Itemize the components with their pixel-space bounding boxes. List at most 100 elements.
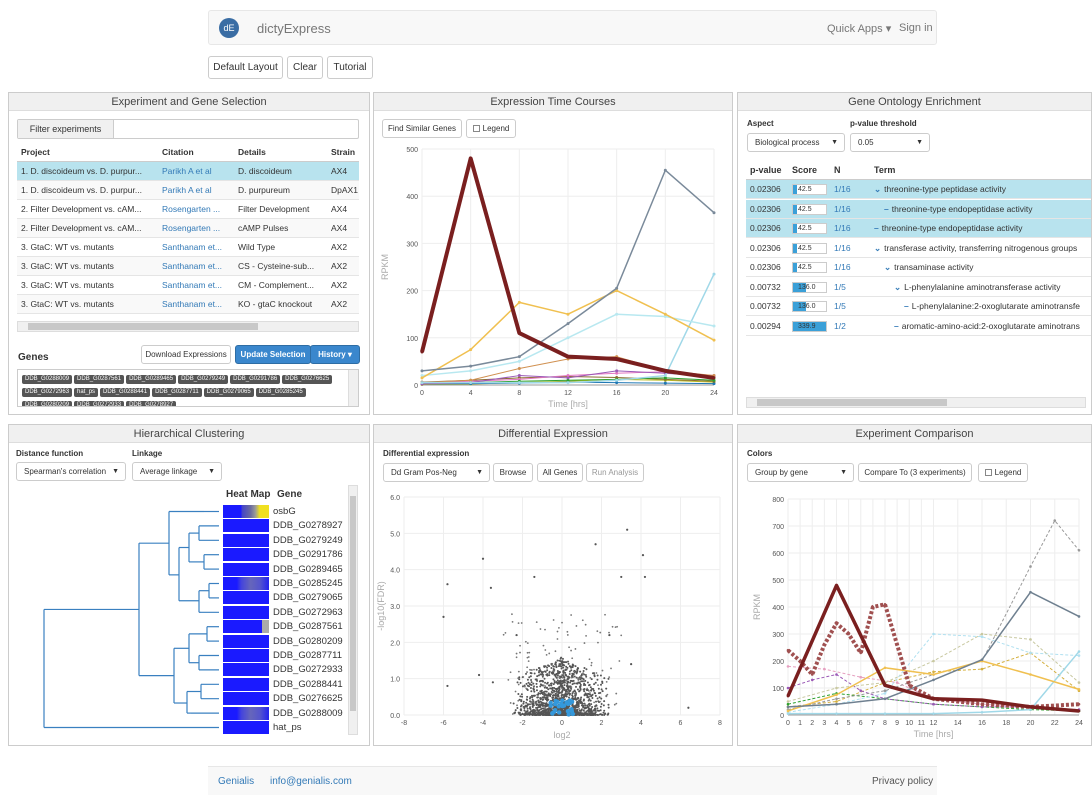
- genialis-link[interactable]: Genialis: [218, 776, 254, 787]
- dash-icon[interactable]: –: [874, 223, 879, 233]
- heatmap-row[interactable]: DDB_G0279249: [223, 533, 348, 547]
- gene-tag[interactable]: DDB_G0276625: [282, 375, 333, 384]
- chevron-down-icon[interactable]: ⌄: [894, 282, 901, 292]
- table-row[interactable]: 3. GtaC: WT vs. mutants Santhanam et... Wi…: [17, 238, 359, 257]
- gene-tag[interactable]: DDB_G0288009: [22, 375, 73, 384]
- heatmap-row[interactable]: DDB_G0287711: [223, 649, 348, 662]
- quick-apps-menu[interactable]: Quick Apps ▾: [827, 22, 891, 35]
- heatmap-row[interactable]: DDB_G0287561: [223, 620, 348, 634]
- go-row[interactable]: 0.00732 136.0 1/5 ⌄ L-phenylalanine aminotra…: [746, 278, 1091, 297]
- legend-toggle[interactable]: Legend: [978, 463, 1028, 482]
- chevron-down-icon[interactable]: ⌄: [884, 262, 891, 272]
- go-row[interactable]: 0.02306 42.5 1/16 ⌄ transaminase activity: [746, 258, 1091, 277]
- gene-tag[interactable]: DDB_G0285245: [255, 388, 306, 397]
- table-row[interactable]: 2. Filter Development vs. cAM... Rosengar…: [17, 219, 359, 238]
- heatmap-row[interactable]: DDB_G0288441: [223, 677, 348, 691]
- column-details[interactable]: Details: [238, 143, 326, 162]
- gene-tag[interactable]: DDB_G0272933: [74, 401, 125, 406]
- linkage-select[interactable]: Average linkage ▼: [132, 462, 222, 481]
- dendrogram[interactable]: [29, 505, 224, 737]
- filter-experiments-input[interactable]: [115, 120, 359, 138]
- heatmap-row[interactable]: DDB_G0289465: [223, 562, 348, 576]
- all-genes-button[interactable]: All Genes: [537, 463, 583, 482]
- go-row[interactable]: 0.00732 136.0 1/5 – L-phenylalanine:2-oxoglu…: [746, 297, 1091, 316]
- privacy-policy-link[interactable]: Privacy policy: [872, 776, 933, 787]
- cell-citation[interactable]: Santhanam et...: [162, 295, 234, 314]
- pvalue-select[interactable]: 0.05 ▼: [850, 133, 930, 152]
- heatmap-row[interactable]: DDB_G0279065: [223, 591, 348, 605]
- update-selection-button[interactable]: Update Selection: [235, 345, 311, 364]
- cell-n[interactable]: 1/16: [834, 219, 860, 238]
- heatmap-row[interactable]: DDB_G0272963: [223, 605, 348, 619]
- sign-in-link[interactable]: Sign in: [899, 22, 933, 34]
- gene-tag[interactable]: hat_ps: [74, 388, 99, 397]
- cell-n[interactable]: 1/2: [834, 317, 860, 336]
- heatmap-row[interactable]: DDB_G0280209: [223, 634, 348, 648]
- chevron-down-icon[interactable]: ⌄: [874, 184, 881, 194]
- aspect-select[interactable]: Biological process ▼: [747, 133, 845, 152]
- go-row[interactable]: 0.00294 339.9 1/2 – aromatic-amino-acid:2-ox…: [746, 317, 1091, 336]
- history-dropdown[interactable]: History ▾: [310, 345, 360, 364]
- heatmap-row[interactable]: DDB_G0272933: [223, 663, 348, 677]
- cell-n[interactable]: 1/5: [834, 278, 860, 297]
- table-row[interactable]: 1. D. discoideum vs. D. purpur... Parikh …: [17, 181, 359, 200]
- comparison-chart[interactable]: 01002003004005006007008000 1 2 3 4 5 6 7 8 9 10 11 1…: [738, 487, 1092, 745]
- go-row[interactable]: 0.02306 42.5 1/16 ⌄ transferase activity, tr…: [746, 239, 1091, 258]
- find-similar-genes-button[interactable]: Find Similar Genes: [382, 119, 462, 138]
- default-layout-button[interactable]: Default Layout: [208, 56, 283, 79]
- cell-n[interactable]: 1/16: [834, 258, 860, 277]
- chevron-down-icon[interactable]: ⌄: [874, 243, 881, 253]
- column-score[interactable]: Score: [792, 161, 830, 180]
- browse-button[interactable]: Browse: [493, 463, 533, 482]
- table-row[interactable]: 3. GtaC: WT vs. mutants Santhanam et... KO…: [17, 295, 359, 314]
- gene-tag[interactable]: DDB_G0279249: [178, 375, 229, 384]
- cell-citation[interactable]: Rosengarten ...: [162, 219, 234, 238]
- column-citation[interactable]: Citation: [162, 143, 232, 162]
- heatmap-row[interactable]: DDB_G0285245: [223, 577, 348, 590]
- heatmap-row[interactable]: DDB_G0288009: [223, 706, 348, 720]
- gene-tag[interactable]: DDB_G0289465: [126, 375, 177, 384]
- table-row[interactable]: 3. GtaC: WT vs. mutants Santhanam et... CM…: [17, 276, 359, 295]
- heatmap-row[interactable]: osbG: [223, 505, 348, 518]
- go-row[interactable]: 0.02306 42.5 1/16 – threonine-type endopepti…: [746, 219, 1091, 238]
- cell-n[interactable]: 1/5: [834, 297, 860, 316]
- brand-name[interactable]: dictyExpress: [257, 21, 331, 36]
- table-row[interactable]: 1. D. discoideum vs. D. purpur... Parikh …: [17, 162, 359, 181]
- vertical-scrollbar[interactable]: [348, 370, 358, 406]
- cell-n[interactable]: 1/16: [834, 239, 860, 258]
- cell-n[interactable]: 1/16: [834, 180, 860, 199]
- heatmap-row[interactable]: hat_ps: [223, 721, 348, 734]
- heatmap-row[interactable]: DDB_G0276625: [223, 692, 348, 706]
- clear-button[interactable]: Clear: [287, 56, 323, 79]
- cell-citation[interactable]: Santhanam et...: [162, 276, 234, 295]
- column-pvalue[interactable]: p-value: [750, 161, 790, 180]
- run-analysis-button[interactable]: Run Analysis: [586, 463, 644, 482]
- tutorial-button[interactable]: Tutorial: [327, 56, 373, 79]
- logo-icon[interactable]: dE: [219, 18, 239, 38]
- cell-citation[interactable]: Parikh A et al: [162, 181, 234, 200]
- table-row[interactable]: 2. Filter Development vs. cAM... Rosengar…: [17, 200, 359, 219]
- email-link[interactable]: info@genialis.com: [270, 776, 352, 787]
- gene-tag[interactable]: DDB_G0291786: [230, 375, 281, 384]
- gene-tag[interactable]: DDB_G0280209: [22, 401, 73, 406]
- gene-tag[interactable]: DDB_G0287561: [74, 375, 125, 384]
- cell-citation[interactable]: Parikh A et al: [162, 162, 234, 181]
- heatmap-row[interactable]: DDB_G0291786: [223, 548, 348, 562]
- column-project[interactable]: Project: [21, 143, 159, 162]
- column-term[interactable]: Term: [874, 161, 1074, 180]
- cell-citation[interactable]: Santhanam et...: [162, 257, 234, 276]
- group-by-select[interactable]: Group by gene ▼: [747, 463, 854, 482]
- cell-citation[interactable]: Rosengarten ...: [162, 200, 234, 219]
- column-n[interactable]: N: [834, 161, 858, 180]
- distance-function-select[interactable]: Spearman's correlation ▼: [16, 462, 126, 481]
- vertical-scrollbar[interactable]: [348, 485, 358, 735]
- gene-tag[interactable]: DDB_G0272963: [22, 388, 73, 397]
- time-course-chart[interactable]: 0 100 200 300 400 500 0 4 8 12 16 20 24 Time [hrs] RPK…: [374, 141, 732, 413]
- horizontal-scrollbar[interactable]: [746, 397, 1086, 408]
- go-row[interactable]: 0.02306 42.5 1/16 ⌄ threonine-type peptidase…: [746, 180, 1091, 199]
- gene-tag[interactable]: DDB_G0287711: [152, 388, 202, 397]
- go-row[interactable]: 0.02306 42.5 1/16 – threonine-type endopepti…: [746, 199, 1091, 219]
- gene-tag[interactable]: DDB_G0288441: [100, 388, 151, 397]
- table-row[interactable]: 3. GtaC: WT vs. mutants Santhanam et... CS…: [17, 257, 359, 276]
- horizontal-scrollbar[interactable]: [17, 321, 359, 332]
